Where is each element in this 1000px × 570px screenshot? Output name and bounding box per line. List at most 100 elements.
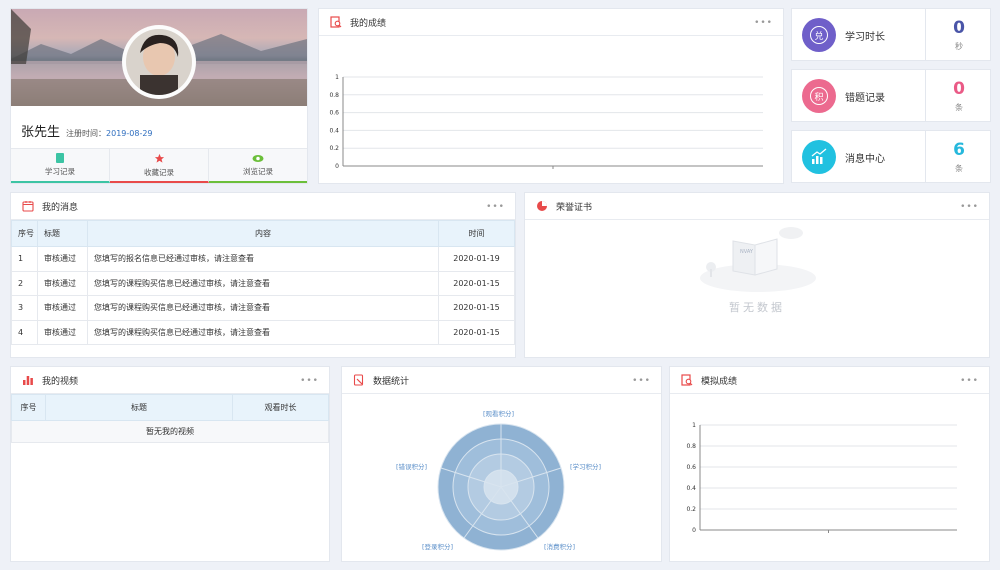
- cell-title: 审核通过: [37, 319, 88, 345]
- cell-no: 3: [11, 295, 38, 321]
- cell-title: 审核通过: [37, 270, 88, 296]
- column-header-watch-time: 观看时长: [232, 394, 329, 421]
- report-search-icon: [329, 16, 342, 29]
- tab-study-label: 学习记录: [45, 167, 75, 176]
- more-menu-button[interactable]: •••: [486, 202, 505, 212]
- scores-y-tick-label: 0.6: [329, 110, 339, 117]
- messages-table: 序号 标题 内容 时间 1 审核通过 您填写的报名信息已经通过审核，请注意查看 …: [11, 220, 515, 345]
- cell-content: 您填写的课程购买信息已经通过审核，请注意查看: [87, 270, 439, 296]
- profile-tabs: 学习记录 收藏记录 浏览记录: [11, 148, 307, 183]
- mock-scores-title: 模拟成绩: [701, 376, 738, 387]
- column-header-content: 内容: [87, 220, 439, 247]
- my-messages-card: 我的消息 ••• 序号 标题 内容 时间 1 审核通过 您填写的报名信息已经通过…: [10, 192, 516, 358]
- empty-illustration: NVAY: [693, 223, 823, 293]
- cell-no: 4: [11, 319, 38, 345]
- mock-y-tick-label: 0: [692, 527, 696, 534]
- bar-chart-icon: [21, 374, 34, 387]
- scores-y-tick-label: 0: [335, 163, 339, 170]
- tab-browse-record[interactable]: 浏览记录: [209, 149, 307, 183]
- document-edit-icon: [352, 374, 365, 387]
- more-menu-button[interactable]: •••: [632, 376, 651, 386]
- empty-videos-text: 暂无我的视频: [11, 420, 329, 443]
- book-icon: [56, 153, 64, 163]
- report-search-icon: [680, 374, 693, 387]
- book-label: NVAY: [740, 249, 753, 255]
- table-row[interactable]: 3 审核通过 您填写的课程购买信息已经通过审核，请注意查看 2020-01-15: [11, 295, 515, 321]
- data-statistics-card: 数据统计 ••• [观看积分] [学习积分] [消费积分] [登录积分] [错误…: [341, 366, 662, 562]
- more-menu-button[interactable]: •••: [960, 202, 979, 212]
- column-header-no: 序号: [11, 394, 46, 421]
- pie-chart-icon: [535, 200, 548, 213]
- stat-study-time-value: 0: [953, 18, 965, 38]
- column-header-time: 时间: [438, 220, 515, 247]
- table-header-row: 序号 标题 内容 时间: [11, 220, 515, 247]
- radar-label-consume-points: [消费积分]: [544, 543, 576, 551]
- radar-label-study-points: [学习积分]: [570, 463, 602, 471]
- tab-study-record[interactable]: 学习记录: [11, 149, 110, 183]
- mock-scores-chart: 1 0.8 0.6 0.4 0.2 0: [686, 422, 957, 534]
- stat-error-records-unit: 条: [955, 103, 963, 112]
- tab-favorites-record[interactable]: 收藏记录: [110, 149, 209, 183]
- table-header-row: 序号 标题 观看时长: [11, 394, 329, 421]
- my-scores-title: 我的成绩: [350, 18, 387, 29]
- my-scores-chart: 1 0.8 0.6 0.4 0.2 0: [329, 74, 763, 170]
- honor-certificate-card: 荣誉证书 ••• NVAY 暂无数据: [524, 192, 990, 358]
- tab-favorites-label: 收藏记录: [144, 167, 174, 177]
- stat-message-center[interactable]: 消息中心 6 条: [791, 130, 991, 183]
- cell-no: 1: [11, 246, 38, 272]
- stat-error-records-value: 0: [953, 79, 965, 99]
- stat-study-time[interactable]: 兑 学习时长 0 秒: [791, 8, 991, 61]
- cell-time: 2020-01-19: [438, 246, 515, 272]
- cell-title: 审核通过: [37, 295, 88, 321]
- profile-card: 张先生 注册时间： 2019-08-29 学习记录 收藏记录 浏览记录: [10, 8, 308, 184]
- my-scores-card: 我的成绩 ••• 1 0.8 0.6 0.4 0.2 0: [318, 8, 784, 184]
- my-videos-header: 我的视频 •••: [11, 367, 329, 394]
- mock-y-tick-label: 0.8: [686, 443, 696, 450]
- my-scores-header: 我的成绩 •••: [319, 9, 783, 36]
- radar-label-watch-points: [观看积分]: [483, 410, 515, 418]
- cell-content: 您填写的课程购买信息已经通过审核，请注意查看: [87, 319, 439, 345]
- stat-study-time-unit: 秒: [955, 42, 963, 51]
- table-row[interactable]: 4 审核通过 您填写的课程购买信息已经通过审核，请注意查看 2020-01-15: [11, 319, 515, 345]
- points-icon-glyph: 积: [810, 87, 828, 105]
- exchange-icon-glyph: 兑: [810, 26, 828, 44]
- honor-title: 荣誉证书: [556, 202, 593, 213]
- empty-state-text: 暂无数据: [729, 301, 785, 314]
- empty-row: 暂无我的视频: [11, 420, 329, 443]
- mock-y-tick-label: 1: [692, 422, 696, 429]
- scores-y-tick-label: 0.4: [329, 127, 339, 134]
- star-icon: [154, 153, 164, 163]
- profile-banner: [11, 9, 307, 106]
- mock-y-tick-label: 0.4: [686, 485, 696, 492]
- stat-error-records-label: 错题记录: [845, 93, 885, 104]
- radar-label-error-points: [错误积分]: [396, 463, 428, 471]
- my-videos-card: 我的视频 ••• 序号 标题 观看时长 暂无我的视频: [10, 366, 330, 562]
- my-messages-header: 我的消息 •••: [11, 193, 515, 220]
- table-row[interactable]: 1 审核通过 您填写的报名信息已经通过审核，请注意查看 2020-01-19: [11, 246, 515, 272]
- stat-message-center-value: 6: [953, 140, 965, 160]
- stat-study-time-label: 学习时长: [845, 32, 885, 43]
- cell-content: 您填写的课程购买信息已经通过审核，请注意查看: [87, 295, 439, 321]
- stat-error-records[interactable]: 积 错题记录 0 条: [791, 69, 991, 122]
- column-header-title: 标题: [37, 220, 88, 247]
- cell-time: 2020-01-15: [438, 319, 515, 345]
- column-header-no: 序号: [11, 220, 38, 247]
- column-header-title: 标题: [45, 394, 233, 421]
- data-statistics-title: 数据统计: [373, 376, 410, 387]
- avatar[interactable]: [122, 25, 196, 99]
- stat-message-center-unit: 条: [955, 164, 963, 173]
- growth-chart-icon: [802, 140, 836, 174]
- videos-table: 序号 标题 观看时长 暂无我的视频: [11, 394, 329, 443]
- radar-label-login-points: [登录积分]: [422, 543, 454, 551]
- my-messages-title: 我的消息: [42, 202, 79, 213]
- table-row[interactable]: 2 审核通过 您填写的课程购买信息已经通过审核，请注意查看 2020-01-15: [11, 270, 515, 296]
- more-menu-button[interactable]: •••: [960, 376, 979, 386]
- cell-title: 审核通过: [37, 246, 88, 272]
- user-name: 张先生: [21, 125, 61, 140]
- mock-y-tick-label: 0.6: [686, 464, 696, 471]
- more-menu-button[interactable]: •••: [300, 376, 319, 386]
- calendar-icon: [21, 200, 34, 213]
- stat-message-center-label: 消息中心: [845, 154, 885, 165]
- cell-content: 您填写的报名信息已经通过审核，请注意查看: [87, 246, 439, 272]
- more-menu-button[interactable]: •••: [754, 18, 773, 28]
